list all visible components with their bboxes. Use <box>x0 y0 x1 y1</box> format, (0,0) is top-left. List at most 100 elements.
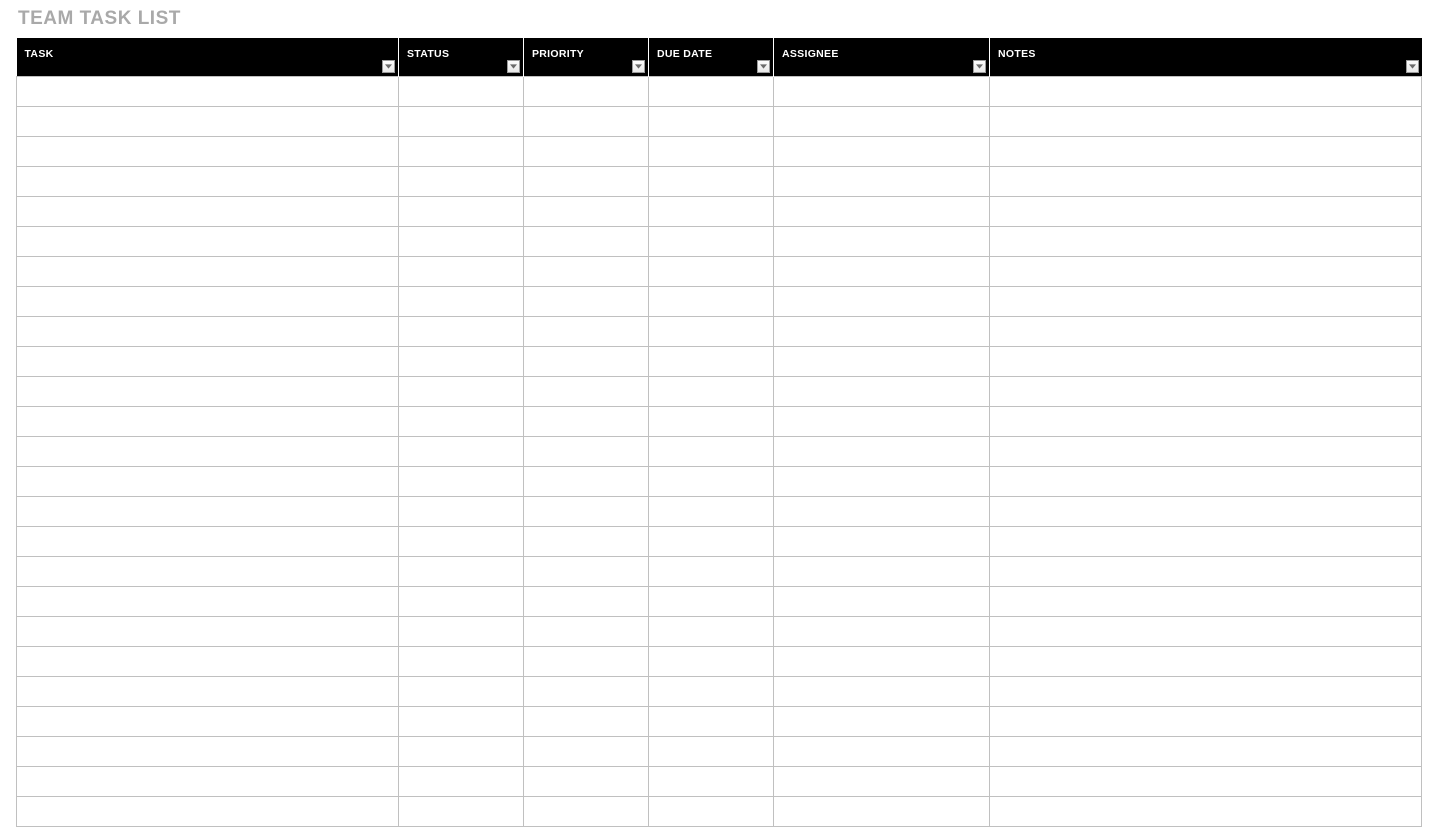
table-cell[interactable] <box>649 437 774 467</box>
table-cell[interactable] <box>990 77 1422 107</box>
table-cell[interactable] <box>990 317 1422 347</box>
filter-dropdown-icon[interactable] <box>632 60 645 73</box>
table-cell[interactable] <box>774 617 990 647</box>
table-cell[interactable] <box>524 77 649 107</box>
table-cell[interactable] <box>649 707 774 737</box>
table-cell[interactable] <box>774 347 990 377</box>
table-cell[interactable] <box>774 797 990 827</box>
table-cell[interactable] <box>649 77 774 107</box>
table-cell[interactable] <box>524 677 649 707</box>
table-cell[interactable] <box>524 137 649 167</box>
table-cell[interactable] <box>17 587 399 617</box>
table-cell[interactable] <box>774 557 990 587</box>
table-cell[interactable] <box>774 407 990 437</box>
table-cell[interactable] <box>399 647 524 677</box>
table-cell[interactable] <box>17 377 399 407</box>
table-cell[interactable] <box>17 107 399 137</box>
table-cell[interactable] <box>990 587 1422 617</box>
table-cell[interactable] <box>17 617 399 647</box>
table-cell[interactable] <box>399 587 524 617</box>
table-cell[interactable] <box>990 137 1422 167</box>
table-cell[interactable] <box>399 497 524 527</box>
table-cell[interactable] <box>990 257 1422 287</box>
table-cell[interactable] <box>990 437 1422 467</box>
table-cell[interactable] <box>649 767 774 797</box>
table-cell[interactable] <box>17 707 399 737</box>
table-cell[interactable] <box>17 407 399 437</box>
table-cell[interactable] <box>774 587 990 617</box>
table-cell[interactable] <box>649 317 774 347</box>
table-cell[interactable] <box>524 647 649 677</box>
table-cell[interactable] <box>990 107 1422 137</box>
table-cell[interactable] <box>17 467 399 497</box>
table-cell[interactable] <box>17 317 399 347</box>
table-cell[interactable] <box>774 707 990 737</box>
filter-dropdown-icon[interactable] <box>973 60 986 73</box>
table-cell[interactable] <box>399 557 524 587</box>
table-cell[interactable] <box>990 227 1422 257</box>
table-cell[interactable] <box>990 797 1422 827</box>
table-cell[interactable] <box>774 377 990 407</box>
table-cell[interactable] <box>774 527 990 557</box>
table-cell[interactable] <box>774 497 990 527</box>
table-cell[interactable] <box>990 767 1422 797</box>
table-cell[interactable] <box>649 227 774 257</box>
table-cell[interactable] <box>524 197 649 227</box>
table-cell[interactable] <box>399 467 524 497</box>
table-cell[interactable] <box>17 197 399 227</box>
table-cell[interactable] <box>17 527 399 557</box>
table-cell[interactable] <box>17 647 399 677</box>
table-cell[interactable] <box>774 437 990 467</box>
table-cell[interactable] <box>774 677 990 707</box>
table-cell[interactable] <box>399 377 524 407</box>
table-cell[interactable] <box>990 527 1422 557</box>
table-cell[interactable] <box>524 617 649 647</box>
table-cell[interactable] <box>399 137 524 167</box>
table-cell[interactable] <box>17 167 399 197</box>
table-cell[interactable] <box>399 527 524 557</box>
table-cell[interactable] <box>649 137 774 167</box>
table-cell[interactable] <box>990 647 1422 677</box>
filter-dropdown-icon[interactable] <box>507 60 520 73</box>
table-cell[interactable] <box>524 437 649 467</box>
table-cell[interactable] <box>399 257 524 287</box>
table-cell[interactable] <box>524 707 649 737</box>
table-cell[interactable] <box>524 557 649 587</box>
table-cell[interactable] <box>774 317 990 347</box>
table-cell[interactable] <box>774 107 990 137</box>
table-cell[interactable] <box>990 707 1422 737</box>
table-cell[interactable] <box>649 107 774 137</box>
table-cell[interactable] <box>399 347 524 377</box>
table-cell[interactable] <box>649 347 774 377</box>
table-cell[interactable] <box>990 557 1422 587</box>
table-cell[interactable] <box>774 77 990 107</box>
table-cell[interactable] <box>524 467 649 497</box>
table-cell[interactable] <box>17 257 399 287</box>
table-cell[interactable] <box>399 707 524 737</box>
table-cell[interactable] <box>17 77 399 107</box>
table-cell[interactable] <box>524 527 649 557</box>
table-cell[interactable] <box>990 617 1422 647</box>
table-cell[interactable] <box>990 467 1422 497</box>
table-cell[interactable] <box>649 617 774 647</box>
table-cell[interactable] <box>17 137 399 167</box>
table-cell[interactable] <box>649 587 774 617</box>
table-cell[interactable] <box>649 407 774 437</box>
table-cell[interactable] <box>649 197 774 227</box>
table-cell[interactable] <box>524 587 649 617</box>
table-cell[interactable] <box>990 497 1422 527</box>
table-cell[interactable] <box>524 497 649 527</box>
table-cell[interactable] <box>524 167 649 197</box>
table-cell[interactable] <box>649 647 774 677</box>
table-cell[interactable] <box>990 737 1422 767</box>
table-cell[interactable] <box>649 377 774 407</box>
table-cell[interactable] <box>990 167 1422 197</box>
table-cell[interactable] <box>990 287 1422 317</box>
table-cell[interactable] <box>649 497 774 527</box>
table-cell[interactable] <box>774 257 990 287</box>
table-cell[interactable] <box>399 797 524 827</box>
table-cell[interactable] <box>524 797 649 827</box>
table-cell[interactable] <box>17 287 399 317</box>
table-cell[interactable] <box>17 497 399 527</box>
table-cell[interactable] <box>399 677 524 707</box>
